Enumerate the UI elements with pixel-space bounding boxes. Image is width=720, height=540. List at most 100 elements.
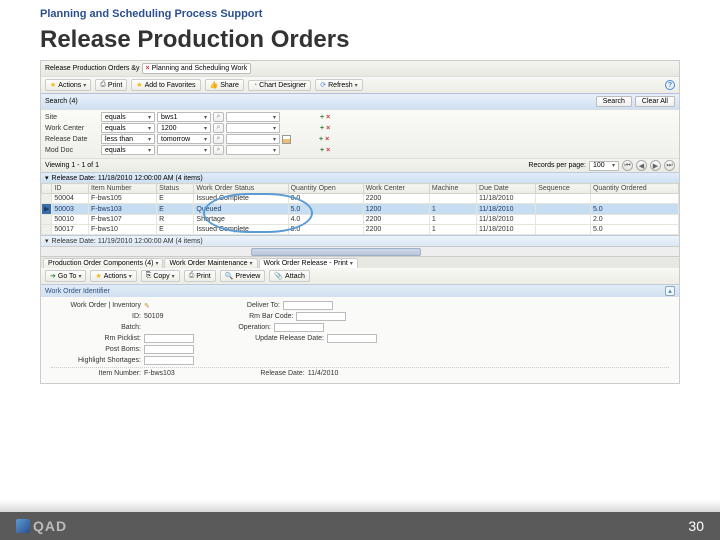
release-date-value: 11/4/2010 [308,370,339,377]
table-row[interactable]: 50017F-bws10EIssued Complete9.02200111/1… [42,225,679,235]
group-header-2[interactable]: ▾ Release Date: 11/19/2010 12:00:00 AM (… [41,235,679,246]
actions-button[interactable]: ★Actions▾ [45,79,91,91]
table-row[interactable]: 50010F-bws107RShortage4.02200111/18/2010… [42,215,679,225]
rm-picklist-input[interactable] [144,334,194,343]
field-label: Deliver To: [190,302,280,309]
col-wc[interactable]: Work Center [363,184,429,194]
search-icon [217,146,221,154]
collapse-icon[interactable]: ▾ [45,237,49,245]
first-page-button[interactable]: ⏮ [622,160,633,171]
col-wostatus[interactable]: Work Order Status [194,184,288,194]
col-id[interactable]: ID [52,184,89,194]
group-header2-label: Release Date: 11/19/2010 12:00:00 AM (4 … [52,238,203,245]
group-header-label: Release Date: 11/18/2010 12:00:00 AM (4 … [52,175,203,182]
add-filter-icon[interactable]: + [319,136,323,143]
table-row-selected[interactable]: ▶ 50003F-bws103EQueued5.01200111/18/2010… [42,204,679,215]
add-filter-icon[interactable]: + [320,125,324,132]
rm-bar-input[interactable] [296,312,346,321]
filter-label: Release Date [45,136,99,143]
print2-button[interactable]: ⎙Print [184,270,216,282]
filter-value[interactable]: 1200▾ [157,123,211,133]
filter-row: Site equals▾ bws1▾ ▾ + × [45,112,675,122]
panel-tab-maintenance[interactable]: Work Order Maintenance▾ [164,258,257,268]
field-label: Release Date: [215,370,305,377]
scroll-thumb[interactable] [251,248,421,256]
attach-button[interactable]: 📎Attach [269,270,310,282]
filter-value[interactable]: tomorrow▾ [157,134,211,144]
filter-operator[interactable]: equals▾ [101,123,155,133]
clear-all-button[interactable]: Clear All [635,96,675,107]
filter-value2[interactable]: ▾ [226,112,280,122]
prev-page-button[interactable]: ◀ [636,160,647,171]
filter-value[interactable]: bws1▾ [157,112,211,122]
col-seq[interactable]: Sequence [536,184,591,194]
panel-tab-components[interactable]: Production Order Components (4)▾ [43,258,163,268]
lookup-button[interactable] [213,112,224,122]
deliver-input[interactable] [283,301,333,310]
chart-designer-button[interactable]: ◔Chart Designer [248,80,311,91]
search-bar: Search (4) Search Clear All [41,93,679,109]
calendar-icon[interactable] [282,135,291,144]
lookup-button[interactable] [213,123,224,133]
remove-filter-icon[interactable]: × [326,125,330,132]
field-label: Rm Bar Code: [203,313,293,320]
next-page-button[interactable]: ▶ [650,160,661,171]
collapse-icon[interactable]: ▾ [45,174,49,182]
copy-icon: ⎘ [146,272,152,280]
filter-value2[interactable]: ▾ [226,123,280,133]
add-filter-icon[interactable]: + [320,114,324,121]
copy-button[interactable]: ⎘Copy▾ [141,270,180,282]
col-status[interactable]: Status [157,184,194,194]
collapse-section-icon[interactable]: ▴ [665,286,675,296]
col-qtyord[interactable]: Quantity Ordered [590,184,678,194]
remove-filter-icon[interactable]: × [325,136,329,143]
help-icon[interactable]: ? [665,80,675,90]
refresh-button[interactable]: ⟳Refresh▾ [315,79,362,91]
col-qtyopen[interactable]: Quantity Open [288,184,363,194]
filter-operator[interactable]: less than▾ [101,134,155,144]
operation-input[interactable] [274,323,324,332]
update-release-input[interactable] [327,334,377,343]
edit-icon[interactable]: ✎ [144,302,150,310]
filter-value2[interactable]: ▾ [226,145,280,155]
close-icon[interactable]: × [146,65,150,72]
horizontal-scrollbar[interactable] [41,246,679,256]
group-header[interactable]: ▾ Release Date: 11/18/2010 12:00:00 AM (… [41,172,679,183]
search-button[interactable]: Search [596,96,632,107]
filter-operator[interactable]: equals▾ [101,112,155,122]
post-boms-input[interactable] [144,345,194,354]
star-icon: ★ [95,272,101,280]
goto-button[interactable]: ➔Go To▾ [45,270,86,282]
col-item[interactable]: Item Number [89,184,157,194]
panel-tab-release-print[interactable]: Work Order Release - Print▾ [259,258,358,268]
records-per-page-select[interactable]: 100▾ [589,161,619,171]
field-label: Rm Picklist: [51,335,141,342]
highlight-input[interactable] [144,356,194,365]
add-filter-icon[interactable]: + [320,147,324,154]
table-row[interactable]: 50004F-bws105EIssued Complete0.0220011/1… [42,194,679,204]
share-button[interactable]: 👍Share [205,79,244,91]
lower-tab-row: Production Order Components (4)▾ Work Or… [41,256,679,268]
preview-button[interactable]: 🔍Preview [220,270,266,282]
lookup-button[interactable] [213,145,224,155]
field-label: Batch: [51,324,141,331]
remove-filter-icon[interactable]: × [326,147,330,154]
active-tab-chip[interactable]: × Planning and Scheduling Work [142,63,252,74]
col-due[interactable]: Due Date [477,184,536,194]
lookup-button[interactable] [213,134,224,144]
chart-icon: ◔ [253,82,257,89]
orders-grid: ID Item Number Status Work Order Status … [41,183,679,235]
search-icon [217,113,221,121]
actions2-button[interactable]: ★Actions▾ [90,270,136,282]
last-page-button[interactable]: ⏭ [664,160,675,171]
filter-row: Work Center equals▾ 1200▾ ▾ + × [45,123,675,133]
remove-filter-icon[interactable]: × [326,114,330,121]
id-value: 50109 [144,313,163,320]
filter-operator[interactable]: equals▾ [101,145,155,155]
col-mach[interactable]: Machine [429,184,476,194]
add-favorites-button[interactable]: ★Add to Favorites [131,79,200,91]
print-icon: ⎙ [100,81,106,89]
filter-value[interactable]: ▾ [157,145,211,155]
filter-value2[interactable]: ▾ [226,134,280,144]
print-button[interactable]: ⎙Print [95,79,127,91]
